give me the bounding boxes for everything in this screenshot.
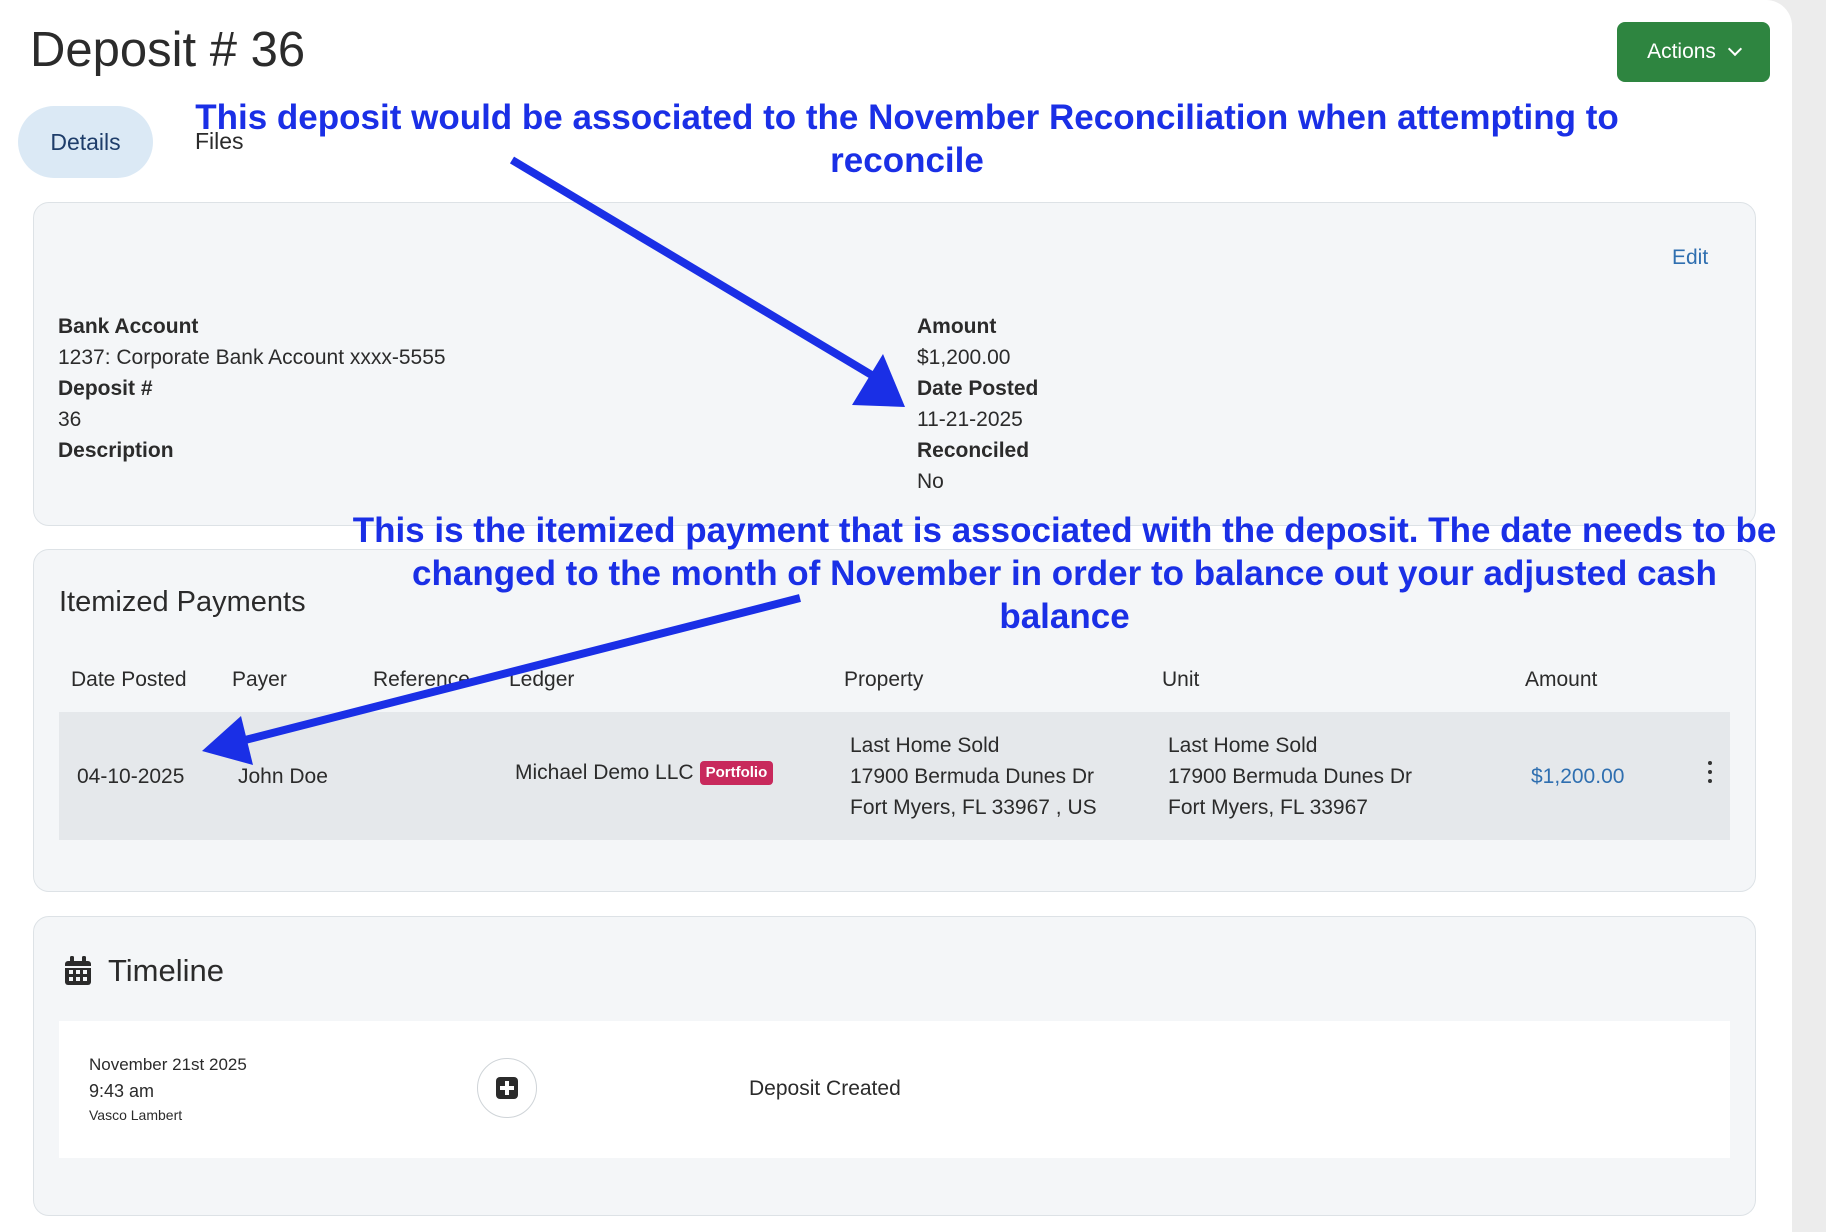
annotation-arrow-top xyxy=(509,156,883,384)
annotation-arrow-middle xyxy=(244,594,801,744)
annotation-arrowhead-top xyxy=(852,354,905,407)
annotation-arrows xyxy=(202,156,905,765)
page: Deposit # 36 Actions Details Files Edit … xyxy=(0,0,1792,1232)
annotation-arrowhead-middle xyxy=(202,716,253,765)
